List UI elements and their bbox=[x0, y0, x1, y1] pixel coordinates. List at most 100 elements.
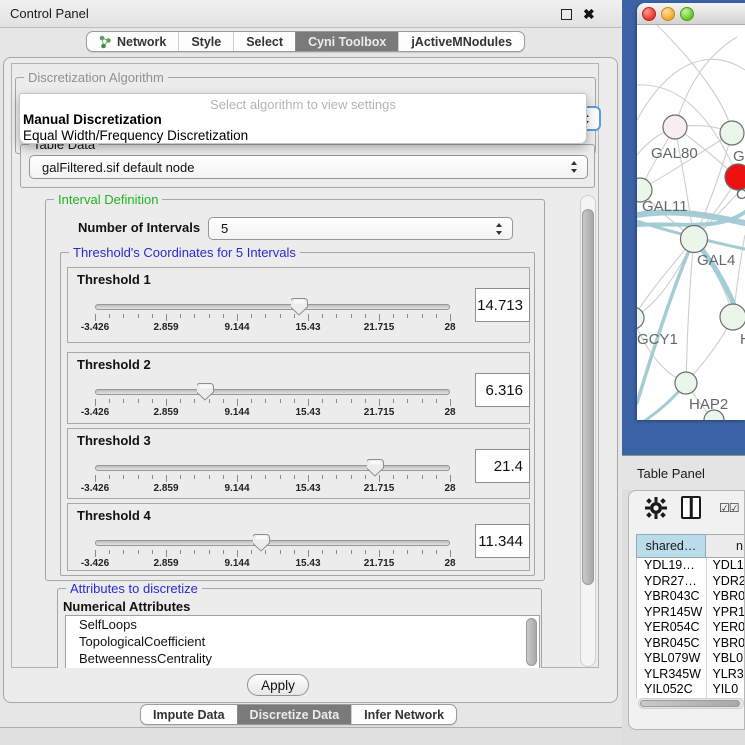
tab-cyni-toolbox[interactable]: Cyni Toolbox bbox=[295, 32, 398, 51]
cell-shared-name[interactable]: YDR27… bbox=[637, 574, 706, 590]
slider-tick bbox=[436, 399, 437, 403]
network-edge[interactable] bbox=[637, 239, 694, 318]
tab-jactivemnodules[interactable]: jActiveMNodules bbox=[398, 32, 524, 51]
table-row[interactable]: YBR043CYBR0 bbox=[637, 589, 745, 605]
network-edge[interactable] bbox=[686, 239, 694, 383]
table-hscrollbar-thumb[interactable] bbox=[640, 700, 740, 707]
column-header-shared[interactable]: shared… bbox=[636, 534, 706, 558]
threshold-slider-thumb[interactable] bbox=[291, 297, 308, 319]
cell-shared-name[interactable]: YIL052C bbox=[637, 682, 706, 698]
close-traffic-light-icon[interactable] bbox=[642, 7, 656, 21]
cell-name[interactable]: YDR2 bbox=[706, 574, 745, 590]
network-node-node-top-right[interactable] bbox=[720, 121, 744, 145]
network-graph[interactable]: GAL80G.CGAL11GAL4GCY1HHAP2 bbox=[637, 25, 745, 420]
cell-shared-name[interactable]: YBR043C bbox=[637, 589, 706, 605]
cell-name[interactable]: YDL1 bbox=[706, 558, 745, 574]
cell-shared-name[interactable]: YER054C bbox=[637, 620, 706, 636]
float-window-icon[interactable] bbox=[561, 9, 572, 20]
cell-name[interactable]: YIL0 bbox=[706, 682, 745, 698]
cell-name[interactable]: YLR3 bbox=[706, 667, 745, 683]
tab-impute-data[interactable]: Impute Data bbox=[141, 705, 237, 724]
tab-network[interactable]: Network bbox=[87, 32, 178, 51]
thresholds-group: Threshold's Coordinates for 5 Intervals … bbox=[60, 252, 535, 576]
network-edge[interactable] bbox=[675, 127, 694, 239]
slider-tick bbox=[422, 399, 423, 403]
threshold-value-input[interactable]: 6.316 bbox=[475, 373, 530, 407]
table-row[interactable]: YBL079WYBL0 bbox=[637, 651, 745, 667]
table-row[interactable]: YDR27…YDR2 bbox=[637, 574, 745, 590]
network-node-gal4[interactable] bbox=[681, 226, 708, 253]
network-view-canvas[interactable]: GAL80G.CGAL11GAL4GCY1HHAP2 bbox=[637, 25, 745, 420]
attribute-item-betweennesscentrality[interactable]: BetweennessCentrality bbox=[66, 650, 539, 667]
network-window-titlebar[interactable] bbox=[637, 3, 745, 25]
slider-tick-label: 9.144 bbox=[215, 322, 259, 333]
close-icon[interactable]: ✖ bbox=[583, 5, 595, 23]
tab-style[interactable]: Style bbox=[178, 32, 233, 51]
cell-name[interactable]: YER0 bbox=[706, 620, 745, 636]
number-of-intervals-combo[interactable]: 5 bbox=[208, 217, 513, 240]
numerical-attributes-list[interactable]: SelfLoopsTopologicalCoefficientBetweenne… bbox=[65, 615, 540, 668]
threshold-label: Threshold 1 bbox=[77, 272, 151, 287]
network-edge[interactable] bbox=[637, 59, 745, 120]
settings-scrollbar-thumb[interactable] bbox=[582, 209, 594, 585]
attribute-item-topologicalcoefficient[interactable]: TopologicalCoefficient bbox=[66, 633, 539, 650]
table-row[interactable]: YLR345WYLR3 bbox=[637, 667, 745, 683]
cell-shared-name[interactable]: YBL079W bbox=[637, 651, 706, 667]
slider-tick bbox=[436, 475, 437, 479]
slider-tick-label: -3.426 bbox=[73, 407, 117, 418]
tab-select[interactable]: Select bbox=[233, 32, 295, 51]
threshold-value-input[interactable]: 11.344 bbox=[475, 524, 530, 558]
threshold-slider-track[interactable] bbox=[95, 465, 450, 471]
cell-name[interactable]: YPR1 bbox=[706, 605, 745, 621]
stepper-arrows-icon bbox=[495, 223, 504, 235]
attributes-list-scrollbar[interactable] bbox=[526, 618, 537, 666]
cell-shared-name[interactable]: YBR045C bbox=[637, 636, 706, 652]
table-hscrollbar-track[interactable] bbox=[638, 698, 744, 709]
threshold-value-input[interactable]: 14.713 bbox=[475, 288, 530, 322]
threshold-slider-thumb[interactable] bbox=[367, 458, 384, 480]
popup-option-equal-width-frequency[interactable]: Equal Width/Frequency Discretization bbox=[23, 128, 248, 143]
slider-tick-label: -3.426 bbox=[73, 483, 117, 494]
table-row[interactable]: YBR045CYBR0 bbox=[637, 636, 745, 652]
slider-tick bbox=[166, 399, 167, 406]
network-node-hap2[interactable] bbox=[675, 372, 697, 394]
cell-name[interactable]: YBR0 bbox=[706, 636, 745, 652]
cell-shared-name[interactable]: YPR145W bbox=[637, 605, 706, 621]
zoom-traffic-light-icon[interactable] bbox=[680, 7, 694, 21]
cell-name[interactable]: YBR0 bbox=[706, 589, 745, 605]
split-columns-icon[interactable] bbox=[681, 496, 701, 519]
top-tab-bar-wrap: NetworkStyleSelectCyni ToolboxjActiveMNo… bbox=[86, 31, 525, 52]
network-node-gcy1[interactable] bbox=[637, 307, 644, 329]
table-data-combo[interactable]: galFiltered.sif default node bbox=[29, 155, 588, 179]
cell-shared-name[interactable]: YDL19… bbox=[637, 558, 706, 574]
slider-tick-label: 28 bbox=[428, 322, 472, 333]
table-row[interactable]: YIL052CYIL0 bbox=[637, 682, 745, 698]
slider-tick-label: 9.144 bbox=[215, 407, 259, 418]
column-header-name[interactable]: n bbox=[706, 534, 745, 558]
table-row[interactable]: YER054CYER0 bbox=[637, 620, 745, 636]
table-row[interactable]: YPR145WYPR1 bbox=[637, 605, 745, 621]
popup-option-manual-discretization[interactable]: Manual Discretization bbox=[23, 112, 162, 127]
network-node-gal80[interactable] bbox=[663, 115, 687, 139]
select-columns-icon[interactable]: ☑☑ bbox=[719, 501, 739, 515]
threshold-slider-track[interactable] bbox=[95, 389, 450, 395]
tab-discretize-data[interactable]: Discretize Data bbox=[237, 705, 352, 724]
group-title: Discretization Algorithm bbox=[24, 70, 168, 85]
threshold-slider-thumb[interactable] bbox=[197, 382, 214, 404]
threshold-slider-thumb[interactable] bbox=[253, 533, 270, 555]
threshold-slider-track[interactable] bbox=[95, 304, 450, 310]
cell-shared-name[interactable]: YLR345W bbox=[637, 667, 706, 683]
network-edge[interactable] bbox=[637, 239, 694, 318]
table-row[interactable]: YDL19…YDL1 bbox=[637, 558, 745, 574]
minimize-traffic-light-icon[interactable] bbox=[661, 7, 675, 21]
slider-tick bbox=[322, 475, 323, 479]
slider-tick bbox=[450, 550, 451, 557]
network-node-node-h[interactable] bbox=[720, 304, 745, 330]
apply-button[interactable]: Apply bbox=[247, 674, 309, 696]
attribute-item-selfloops[interactable]: SelfLoops bbox=[66, 616, 539, 633]
settings-gear-icon[interactable] bbox=[645, 497, 667, 522]
cell-name[interactable]: YBL0 bbox=[706, 651, 745, 667]
tab-infer-network[interactable]: Infer Network bbox=[351, 705, 456, 724]
threshold-value-input[interactable]: 21.4 bbox=[475, 449, 530, 483]
threshold-slider-track[interactable] bbox=[95, 540, 450, 546]
